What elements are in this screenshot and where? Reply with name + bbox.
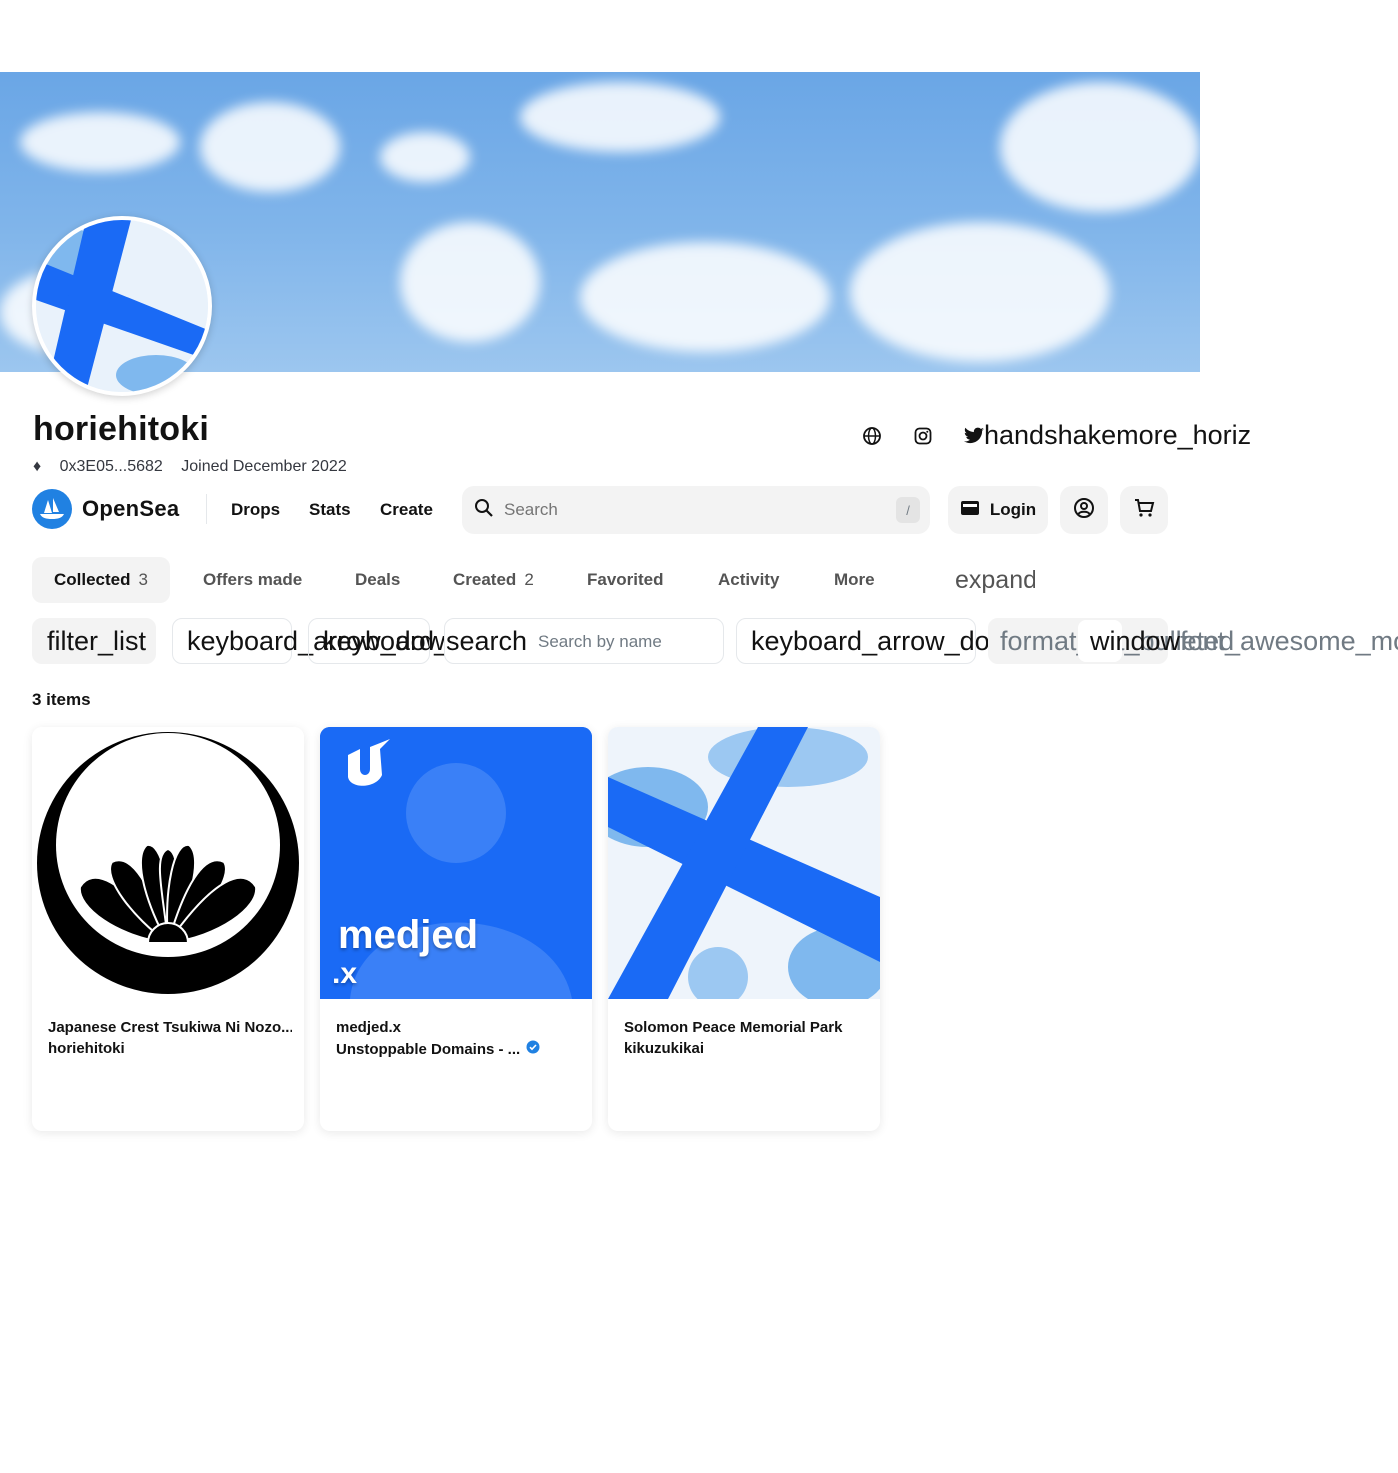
status-dropdown[interactable]: keyboard_arrow_down (172, 618, 460, 664)
global-search-input[interactable] (504, 500, 884, 520)
search-icon: search (446, 626, 528, 656)
nav-divider (206, 494, 207, 524)
nft-title: Solomon Peace Memorial Park (624, 1019, 843, 1036)
profile-username: horiehitoki (33, 410, 209, 448)
tab-label: Collected (54, 570, 131, 589)
tab-label: Offers made (203, 570, 303, 589)
mosaic-view-icon[interactable]: font_awesome_mosaic (1180, 626, 1398, 657)
eth-icon: ♦ (33, 458, 42, 472)
nft-card[interactable]: Solomon Peace Memorial Park kikuzukikai (608, 727, 880, 1131)
opensea-ship-icon (32, 489, 72, 529)
opensea-logo[interactable]: OpenSea (32, 489, 179, 529)
sort-dropdown[interactable]: keyboard_arrow_down (736, 618, 1024, 664)
nft-image (32, 727, 304, 999)
filter-list-icon: filter_list (47, 625, 147, 656)
nav-link-create[interactable]: Create (380, 500, 433, 520)
tab-activity[interactable]: Activity (718, 557, 779, 603)
account-circle-icon (1073, 497, 1095, 524)
tab-collected[interactable]: Collected 3 (32, 557, 170, 603)
item-count: 3 items (32, 690, 91, 709)
tab-favorited[interactable]: Favorited (587, 557, 664, 603)
nft-title: medjed.x (336, 1019, 402, 1036)
profile-meta: ♦ 0x3E05...5682 Joined December 2022 (33, 458, 361, 472)
nft-image: medjed .x (320, 727, 592, 999)
twitter-icon[interactable] (962, 424, 986, 448)
nft-collection[interactable]: kikuzukikai (624, 1040, 704, 1057)
social-icon-fallback-text: handshakemore_horiz (984, 420, 1252, 450)
medjed-image-text: medjed (338, 913, 479, 957)
search-by-name-placeholder[interactable]: Search by name (538, 632, 662, 652)
globe-icon[interactable] (860, 424, 884, 448)
login-label: Login (989, 500, 1037, 519)
tab-created[interactable]: Created 2 (453, 557, 534, 603)
nav-link-stats[interactable]: Stats (309, 500, 351, 520)
search-shortcut-key: / (896, 497, 920, 523)
nft-collection-name: horiehitoki (48, 1040, 125, 1057)
wallet-address[interactable]: 0x3E05...5682 (60, 458, 163, 472)
chain-dropdown[interactable]: keyboard_arrow_down (308, 618, 596, 664)
grid-view-icon[interactable]: window (1090, 626, 1180, 657)
tab-more[interactable]: More (834, 557, 875, 603)
account-button[interactable] (1060, 486, 1108, 534)
nft-collection[interactable]: Unstoppable Domains - ... (336, 1040, 540, 1058)
tab-more-expand-icon[interactable]: expand_more (955, 566, 1035, 595)
nft-collection[interactable]: horiehitoki (48, 1040, 125, 1057)
nft-collection-name: kikuzukikai (624, 1040, 705, 1057)
nft-card[interactable]: Japanese Crest Tsukiwa Ni Nozo... horieh… (32, 727, 304, 1131)
tab-deals[interactable]: Deals (355, 557, 400, 603)
nft-card[interactable]: medjed .x medjed.x Unstoppable Domains -… (320, 727, 592, 1131)
verified-badge-icon (526, 1040, 540, 1058)
chevron-down-icon: keyboard_arrow_down (751, 625, 1025, 656)
global-search-bar[interactable]: / (462, 486, 930, 534)
login-button[interactable]: Login (948, 486, 1048, 534)
nav-link-drops[interactable]: Drops (231, 500, 280, 520)
wallet-icon (960, 500, 980, 521)
tab-count: 3 (138, 570, 148, 589)
tab-label: More (834, 570, 875, 589)
tab-label: Activity (718, 570, 780, 589)
tab-label: Deals (355, 570, 401, 589)
shopping-cart-icon (1133, 497, 1155, 524)
tab-label: Created (453, 570, 517, 589)
instagram-icon[interactable] (911, 424, 935, 448)
nft-title: Japanese Crest Tsukiwa Ni Nozo... (48, 1019, 292, 1036)
cart-button[interactable] (1120, 486, 1168, 534)
nft-image (608, 727, 880, 999)
opensea-logo-text: OpenSea (82, 496, 180, 521)
tab-offers-made[interactable]: Offers made (203, 557, 302, 603)
profile-avatar (32, 216, 212, 396)
search-icon (474, 498, 494, 523)
nft-collection-name: Unstoppable Domains - ... (336, 1040, 521, 1058)
filter-toggle-button[interactable]: filter_list (32, 618, 156, 664)
tab-label: Favorited (587, 570, 664, 589)
joined-date: Joined December 2022 (181, 458, 347, 472)
medjed-image-suffix: .x (332, 957, 358, 990)
tab-count: 2 (524, 570, 534, 589)
